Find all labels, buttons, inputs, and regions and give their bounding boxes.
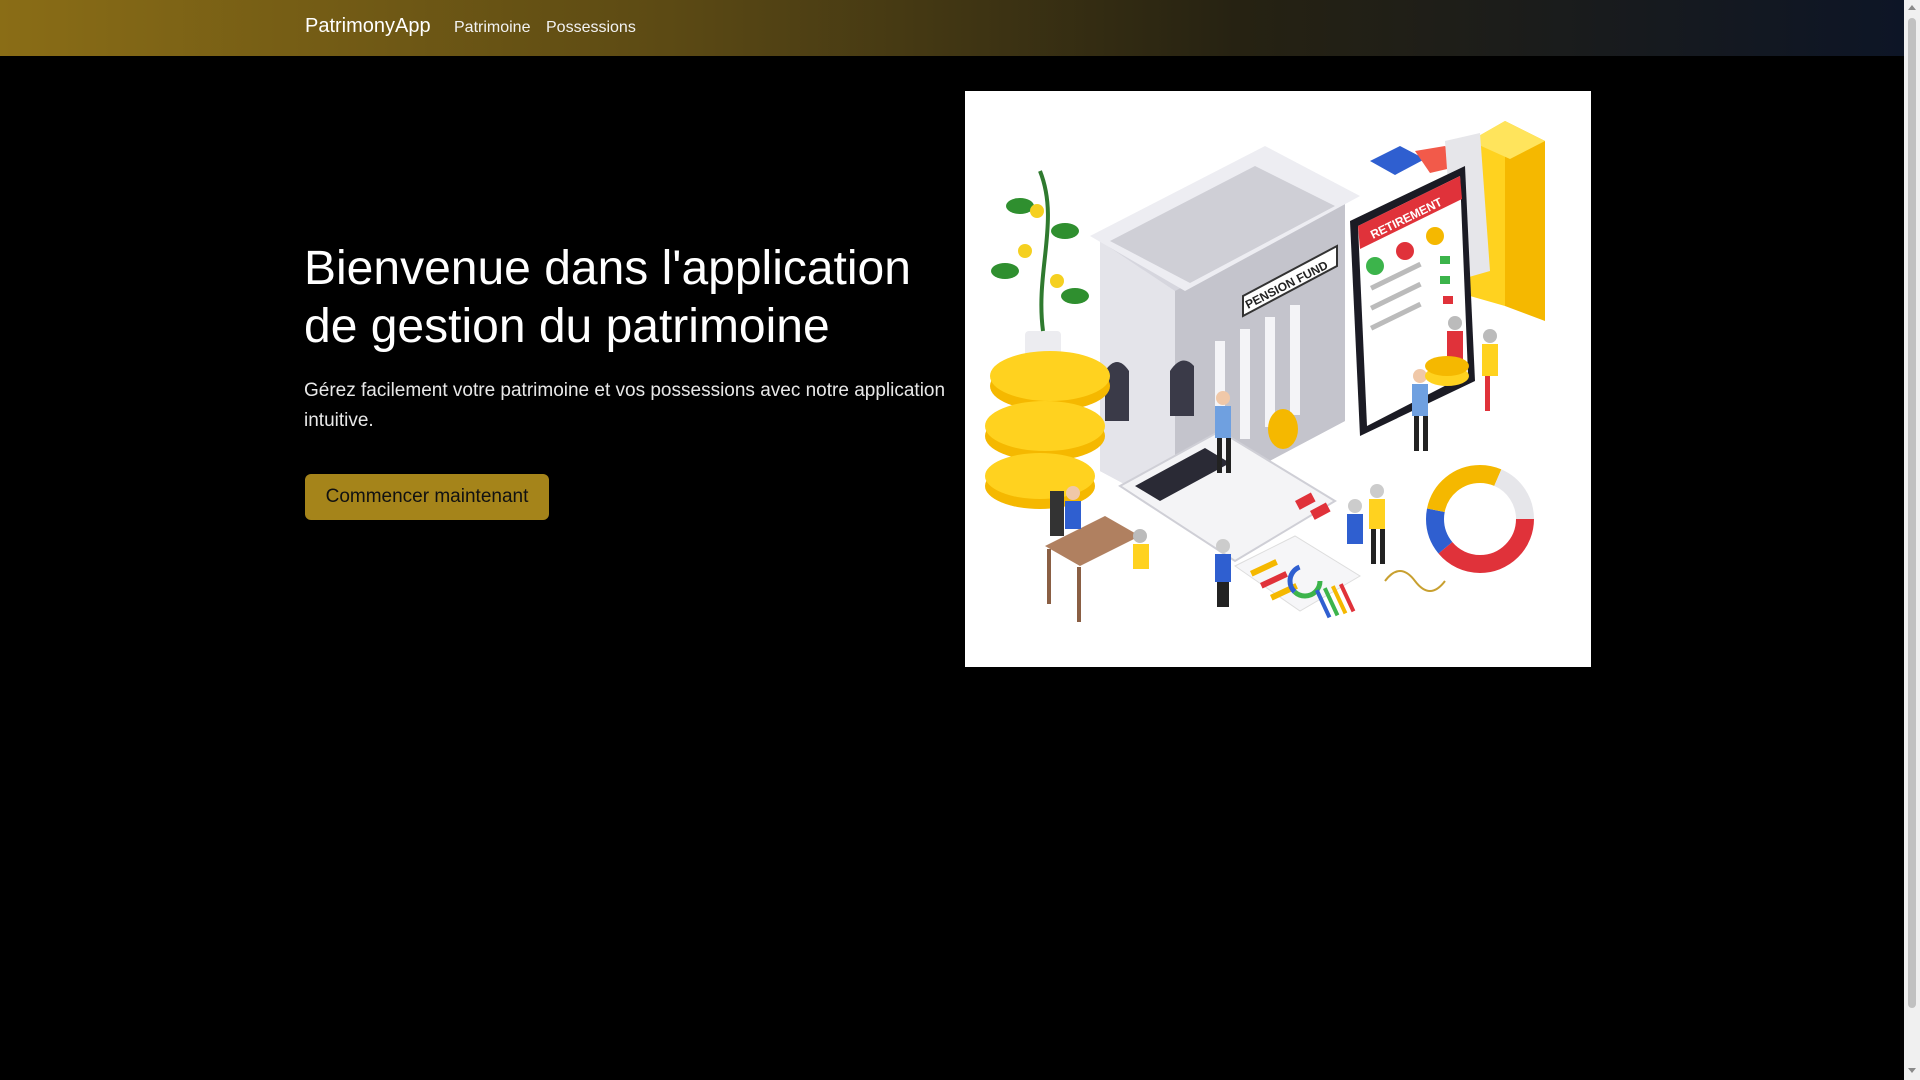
brand-link[interactable]: PatrimonyApp xyxy=(305,15,431,38)
hero-subtitle: Gérez facilement votre patrimoine et vos… xyxy=(304,380,946,431)
nav-link-patrimoine[interactable]: Patrimoine xyxy=(454,19,530,37)
start-now-button[interactable]: Commencer maintenant xyxy=(305,474,549,520)
scroll-down-icon[interactable] xyxy=(1908,1068,1916,1073)
scroll-up-icon[interactable] xyxy=(1908,5,1916,10)
hero-illustration: PENSION FUND RETIREMENT xyxy=(965,91,1591,667)
vertical-scrollbar[interactable] xyxy=(1904,0,1920,1080)
top-navbar: PatrimonyApp Patrimoine Possessions xyxy=(0,0,1904,56)
pension-fund-illustration: PENSION FUND RETIREMENT xyxy=(985,121,1545,622)
scroll-thumb[interactable] xyxy=(1908,18,1916,1008)
nav-link-possessions[interactable]: Possessions xyxy=(546,19,636,37)
hero-title: Bienvenue dans l'application de gestion … xyxy=(304,242,911,353)
